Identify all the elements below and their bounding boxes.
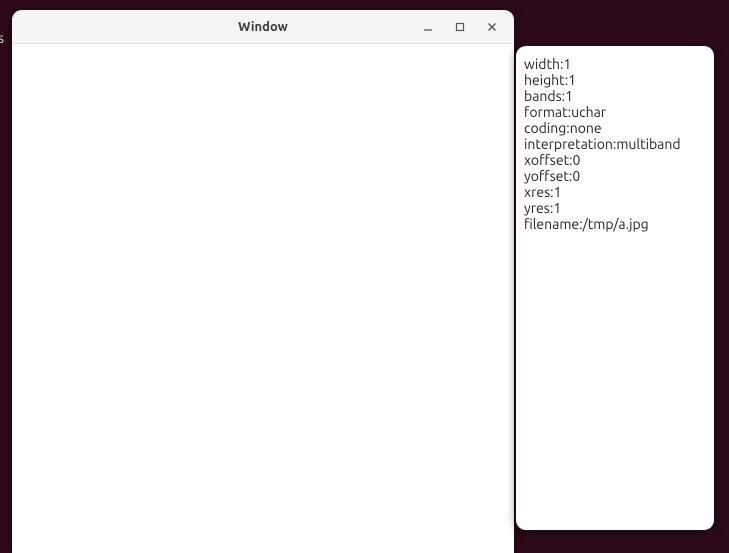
- property-key: bands: [524, 88, 562, 104]
- property-key: format: [524, 104, 568, 120]
- maximize-button[interactable]: [444, 13, 476, 41]
- property-value: none: [570, 120, 602, 136]
- close-icon: [487, 22, 497, 32]
- property-value: 1: [554, 184, 562, 200]
- property-value: 1: [553, 200, 561, 216]
- property-row: xres:1: [524, 184, 706, 200]
- minimize-icon: [423, 22, 433, 32]
- property-value: 1: [563, 56, 571, 72]
- properties-tooltip: width:1height:1bands:1format:ucharcoding…: [516, 46, 714, 530]
- window-controls: [412, 10, 508, 43]
- property-row: coding:none: [524, 120, 706, 136]
- property-list: width:1height:1bands:1format:ucharcoding…: [524, 56, 706, 232]
- property-row: width:1: [524, 56, 706, 72]
- property-row: bands:1: [524, 88, 706, 104]
- close-button[interactable]: [476, 13, 508, 41]
- minimize-button[interactable]: [412, 13, 444, 41]
- property-key: height: [524, 72, 565, 88]
- property-key: filename: [524, 216, 579, 232]
- property-row: filename:/tmp/a.jpg: [524, 216, 706, 232]
- property-key: xres: [524, 184, 550, 200]
- property-row: height:1: [524, 72, 706, 88]
- property-value: uchar: [571, 104, 606, 120]
- property-row: yoffset:0: [524, 168, 706, 184]
- maximize-icon: [455, 22, 465, 32]
- property-value: multiband: [616, 136, 680, 152]
- property-key: interpretation: [524, 136, 613, 152]
- property-row: format:uchar: [524, 104, 706, 120]
- property-value: 0: [572, 168, 580, 184]
- property-key: yoffset: [524, 168, 569, 184]
- property-key: coding: [524, 120, 566, 136]
- property-key: xoffset: [524, 152, 569, 168]
- property-row: interpretation:multiband: [524, 136, 706, 152]
- property-row: xoffset:0: [524, 152, 706, 168]
- partial-offscreen-text: s: [0, 30, 4, 46]
- property-row: yres:1: [524, 200, 706, 216]
- property-key: width: [524, 56, 560, 72]
- property-value: 1: [568, 72, 576, 88]
- window-content-area: [12, 44, 514, 553]
- window-titlebar: Window: [12, 10, 514, 44]
- property-value: /tmp/a.jpg: [583, 216, 649, 232]
- property-value: 0: [573, 152, 581, 168]
- property-value: 1: [565, 88, 573, 104]
- main-window: Window: [12, 10, 514, 553]
- property-key: yres: [524, 200, 550, 216]
